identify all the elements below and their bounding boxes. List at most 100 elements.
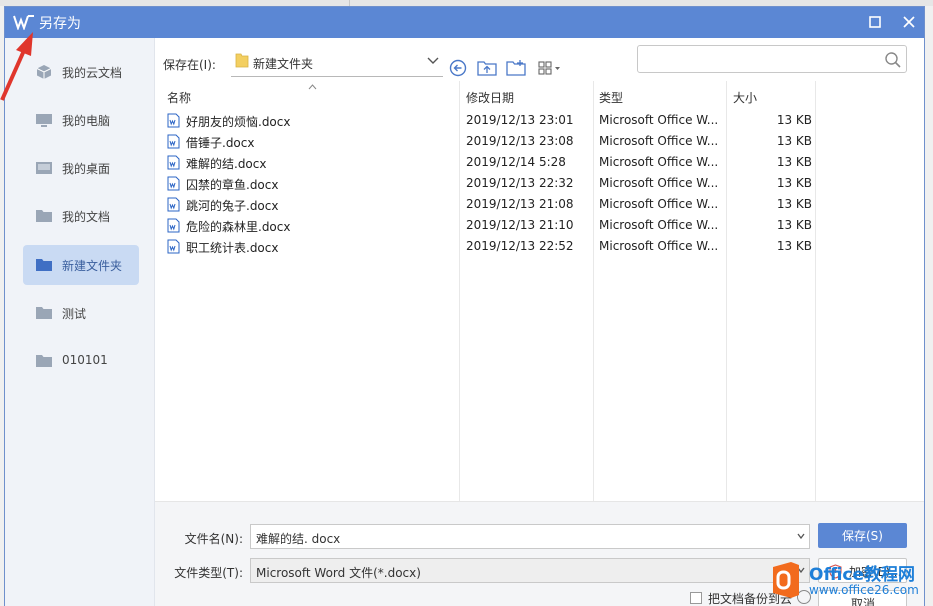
file-modified: 2019/12/13 22:52 (466, 239, 574, 253)
save-button[interactable]: 保存(S) (818, 523, 907, 548)
sidebar-item-label: 我的电脑 (62, 114, 111, 128)
docx-file-icon (167, 176, 180, 191)
file-size: 13 KB (776, 197, 812, 211)
view-grid-icon (538, 61, 560, 75)
view-menu-button[interactable] (537, 58, 565, 78)
docx-file-icon (167, 134, 180, 149)
file-row[interactable]: 跳河的兔子.docx 2019/12/13 21:08 Microsoft Of… (159, 194, 924, 215)
docx-file-icon (167, 155, 180, 170)
office-logo-icon (773, 562, 799, 598)
file-name: 难解的结.docx (186, 157, 267, 171)
folder-icon (36, 355, 52, 367)
filename-field[interactable]: 难解的结. docx (250, 524, 810, 549)
file-type: Microsoft Office W... (599, 176, 719, 190)
file-size: 13 KB (776, 239, 812, 253)
sidebar-item-010101[interactable]: 010101 (23, 341, 139, 381)
watermark-name: Office教程网 (809, 565, 916, 585)
close-button[interactable] (897, 11, 921, 33)
column-header-type[interactable]: 类型 (599, 89, 623, 106)
file-size: 13 KB (776, 134, 812, 148)
save-in-dropdown[interactable]: 新建文件夹 (231, 47, 443, 77)
annotation-arrow-icon (0, 32, 33, 101)
current-folder-name: 新建文件夹 (253, 57, 314, 71)
title-bar[interactable]: 另存为 (5, 7, 924, 38)
file-row[interactable]: 好朋友的烦恼.docx 2019/12/13 23:01 Microsoft O… (159, 110, 924, 131)
file-modified: 2019/12/14 5:28 (466, 155, 566, 169)
save-in-label: 保存在(I): (163, 58, 216, 72)
docx-file-icon (167, 218, 180, 233)
backup-checkbox[interactable] (690, 592, 702, 604)
desktop-icon (36, 162, 52, 174)
file-row[interactable]: 职工统计表.docx 2019/12/13 22:52 Microsoft Of… (159, 236, 924, 257)
file-name: 危险的森林里.docx (186, 220, 291, 234)
file-modified: 2019/12/13 21:10 (466, 218, 574, 232)
file-row[interactable]: 借锤子.docx 2019/12/13 23:08 Microsoft Offi… (159, 131, 924, 152)
file-size: 13 KB (776, 113, 812, 127)
file-type: Microsoft Office W... (599, 134, 719, 148)
sidebar-item-new-folder[interactable]: 新建文件夹 (23, 245, 139, 285)
sidebar-item-label: 我的云文档 (62, 66, 123, 80)
filetype-label: 文件类型(T): (174, 566, 243, 580)
file-modified: 2019/12/13 22:32 (466, 176, 574, 190)
file-type: Microsoft Office W... (599, 197, 719, 211)
search-box[interactable] (637, 45, 907, 73)
docx-file-icon (167, 239, 180, 254)
folder-icon (36, 259, 52, 271)
file-modified: 2019/12/13 23:01 (466, 113, 574, 127)
file-list: 名称 修改日期 类型 大小 好朋友的烦恼.docx 2019/12/13 23:… (159, 81, 924, 501)
filename-label: 文件名(N): (184, 532, 243, 546)
file-name: 好朋友的烦恼.docx (186, 115, 291, 129)
file-row[interactable]: 危险的森林里.docx 2019/12/13 21:10 Microsoft O… (159, 215, 924, 236)
up-folder-icon (477, 61, 497, 76)
watermark-url: www.office26.com (809, 583, 919, 597)
filename-value: 难解的结. docx (256, 532, 341, 546)
sidebar-item-desktop[interactable]: 我的桌面 (23, 148, 139, 188)
file-size: 13 KB (776, 176, 812, 190)
new-folder-button[interactable] (506, 58, 526, 78)
filetype-dropdown[interactable]: Microsoft Word 文件(*.docx) (250, 558, 810, 583)
column-header-name[interactable]: 名称 (167, 89, 191, 106)
sidebar-item-label: 010101 (62, 353, 108, 367)
sidebar-item-cloud-docs[interactable]: 我的云文档 (23, 52, 139, 92)
sidebar-item-label: 我的文档 (62, 210, 111, 224)
file-name: 跳河的兔子.docx (186, 199, 279, 213)
file-type: Microsoft Office W... (599, 113, 719, 127)
file-modified: 2019/12/13 23:08 (466, 134, 574, 148)
folder-icon (235, 53, 249, 68)
chevron-down-icon (427, 57, 439, 64)
new-folder-icon (506, 60, 526, 76)
file-size: 13 KB (776, 218, 812, 232)
file-type: Microsoft Office W... (599, 239, 719, 253)
filetype-value: Microsoft Word 文件(*.docx) (256, 566, 421, 580)
save-as-dialog: 另存为 我的云文档 我的电脑 我的桌面 我的文档 新建文件夹 测试 010101… (4, 6, 925, 606)
folder-icon (36, 307, 52, 319)
sidebar: 我的云文档 我的电脑 我的桌面 我的文档 新建文件夹 测试 010101 (5, 38, 155, 606)
sidebar-item-label: 测试 (62, 307, 87, 321)
maximize-button[interactable] (863, 11, 887, 33)
maximize-icon (869, 16, 881, 28)
sidebar-item-my-computer[interactable]: 我的电脑 (23, 100, 139, 140)
file-name: 囚禁的章鱼.docx (186, 178, 279, 192)
search-input[interactable] (642, 49, 878, 69)
sidebar-item-label: 我的桌面 (62, 162, 111, 176)
file-size: 13 KB (776, 155, 812, 169)
sidebar-item-label: 新建文件夹 (62, 259, 123, 273)
search-icon[interactable] (884, 51, 902, 69)
docx-file-icon (167, 113, 180, 128)
chevron-down-icon[interactable] (797, 533, 805, 539)
sidebar-item-test[interactable]: 测试 (23, 293, 139, 333)
watermark: Office教程网 www.office26.com (765, 556, 933, 606)
back-button[interactable] (448, 58, 468, 78)
column-header-size[interactable]: 大小 (733, 89, 757, 106)
file-type: Microsoft Office W... (599, 155, 719, 169)
file-name: 借锤子.docx (186, 136, 255, 150)
column-header-modified[interactable]: 修改日期 (466, 89, 514, 106)
file-row[interactable]: 难解的结.docx 2019/12/14 5:28 Microsoft Offi… (159, 152, 924, 173)
sidebar-item-my-documents[interactable]: 我的文档 (23, 196, 139, 236)
docx-file-icon (167, 197, 180, 212)
file-row[interactable]: 囚禁的章鱼.docx 2019/12/13 22:32 Microsoft Of… (159, 173, 924, 194)
file-type: Microsoft Office W... (599, 218, 719, 232)
back-icon (449, 59, 467, 77)
file-name: 职工统计表.docx (186, 241, 279, 255)
up-folder-button[interactable] (477, 58, 497, 78)
